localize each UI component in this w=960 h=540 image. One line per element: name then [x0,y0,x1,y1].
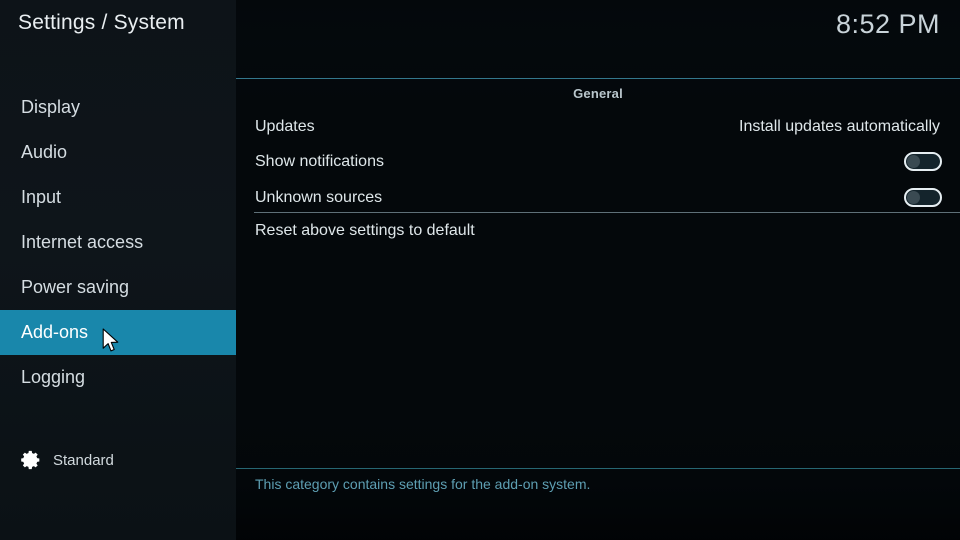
sidebar-item-input[interactable]: Input [0,175,236,220]
profile-label: Standard [53,451,114,469]
sidebar-item-label: Display [21,97,81,117]
sidebar-item-audio[interactable]: Audio [0,130,236,175]
sidebar: Settings / System Display Audio Input In… [0,0,236,540]
toggle-show-notifications[interactable] [904,152,942,171]
toggle-unknown-sources[interactable] [904,188,942,207]
sidebar-item-display[interactable]: Display [0,85,236,130]
setting-label: Updates [255,118,315,135]
setting-row-unknown-sources[interactable]: Unknown sources [236,180,960,216]
setting-label: Show notifications [255,153,384,170]
setting-row-show-notifications[interactable]: Show notifications [236,144,960,180]
sidebar-item-label: Add-ons [21,322,89,342]
settings-divider [254,212,960,213]
sidebar-item-label: Internet access [21,232,144,252]
setting-row-reset-defaults[interactable]: Reset above settings to default [236,214,960,248]
reset-label: Reset above settings to default [255,222,475,239]
sidebar-item-label: Audio [21,142,68,162]
gear-icon [20,449,42,471]
category-description: This category contains settings for the … [255,476,591,492]
kodi-settings-screen: Settings / System Display Audio Input In… [0,0,960,540]
sidebar-item-power-saving[interactable]: Power saving [0,265,236,310]
setting-label: Unknown sources [255,189,383,206]
setting-row-updates[interactable]: Updates Install updates automatically [236,109,960,144]
sidebar-item-label: Logging [21,367,86,387]
sidebar-item-label: Power saving [21,277,130,297]
settings-group-header: General [573,86,623,101]
sidebar-item-logging[interactable]: Logging [0,355,236,400]
toggle-knob [907,155,920,168]
toggle-knob [907,191,920,204]
sidebar-item-internet-access[interactable]: Internet access [0,220,236,265]
description-divider [236,468,960,469]
settings-content-panel: General Updates Install updates automati… [236,0,960,540]
header-divider [236,78,960,79]
page-title: Settings / System [18,11,185,34]
sidebar-nav-list: Display Audio Input Internet access Powe… [0,85,236,400]
setting-value: Install updates automatically [739,118,940,135]
sidebar-item-add-ons[interactable]: Add-ons [0,310,236,355]
settings-list: Updates Install updates automatically Sh… [236,109,960,216]
sidebar-item-label: Input [21,187,62,207]
profile-button[interactable]: Standard [20,449,114,471]
